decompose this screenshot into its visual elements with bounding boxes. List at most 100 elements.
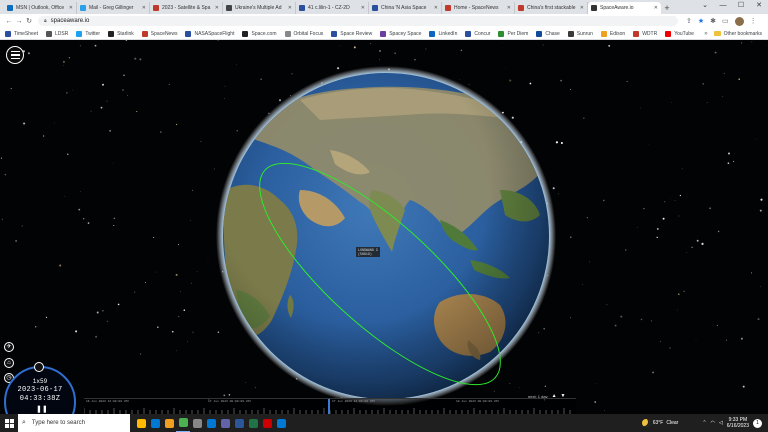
bookmark-item[interactable]: Space.com: [242, 30, 277, 37]
taskbar-app-icon[interactable]: [134, 414, 148, 432]
chevron-up-icon[interactable]: ⌃: [702, 420, 706, 426]
bookmark-item[interactable]: Sunrun: [567, 30, 593, 37]
taskbar-app-icon[interactable]: [148, 414, 162, 432]
bookmark-item[interactable]: Chase: [536, 30, 560, 37]
bookmark-item[interactable]: WDTR: [633, 30, 657, 37]
bookmark-item[interactable]: Per Diem: [498, 30, 528, 37]
taskbar-app-icon[interactable]: [246, 414, 260, 432]
bookmark-item[interactable]: Edison: [600, 30, 625, 37]
tab-close-icon[interactable]: ✕: [507, 5, 511, 11]
star: [727, 162, 730, 165]
earth-scene[interactable]: [0, 40, 768, 414]
home-icon[interactable]: ⌂: [4, 358, 14, 368]
star: [278, 99, 282, 102]
taskbar-search-input[interactable]: ⌕ Type here to search: [18, 414, 130, 432]
bookmark-item[interactable]: NASASpaceFlight: [185, 30, 234, 37]
back-icon[interactable]: ←: [4, 18, 14, 25]
profile-avatar[interactable]: [734, 16, 744, 26]
timeline[interactable]: 16 Jun 2023 12:00:00 UTC 17 Jun 2023 00:…: [84, 398, 576, 414]
tab-close-icon[interactable]: ✕: [580, 5, 584, 11]
star: [656, 227, 659, 230]
pause-button[interactable]: ❚❚: [36, 405, 48, 413]
star: [186, 340, 188, 342]
browser-tab[interactable]: China 'N Asia Space ✕: [369, 2, 442, 14]
extensions-icon[interactable]: ✱: [710, 17, 716, 25]
browser-tab[interactable]: Ukraine's Multiple Ad ✕: [223, 2, 296, 14]
taskbar-app-icon[interactable]: [190, 414, 204, 432]
taskbar-app-icon[interactable]: [204, 414, 218, 432]
side-panel-icon[interactable]: ▭: [722, 17, 729, 25]
star: [511, 116, 514, 119]
taskbar-app-icon[interactable]: [162, 414, 176, 432]
system-clock[interactable]: 9:33 PM 6/16/2023: [727, 417, 749, 429]
notification-icon[interactable]: 1: [753, 418, 762, 428]
browser-tab[interactable]: Home - SpaceNews ✕: [442, 2, 515, 14]
bookmark-item[interactable]: YouTube: [665, 30, 694, 37]
bookmark-item[interactable]: TimeSheet: [5, 30, 38, 37]
tab-close-icon[interactable]: ✕: [288, 5, 292, 11]
tab-favicon-icon: [226, 5, 232, 11]
star: [106, 320, 108, 322]
bookmark-item[interactable]: Twitter: [76, 30, 100, 37]
maximize-icon[interactable]: ☐: [732, 0, 750, 12]
other-bookmarks[interactable]: » Other bookmarks: [704, 31, 762, 37]
browser-tab[interactable]: MSN | Outlook, Office ✕: [4, 2, 77, 14]
browser-tab[interactable]: China's first stackable ✕: [515, 2, 588, 14]
more-chevron-icon[interactable]: »: [704, 31, 707, 37]
volume-icon[interactable]: ◁: [719, 420, 723, 426]
taskbar-app-icon[interactable]: [232, 414, 246, 432]
bookmark-item[interactable]: Concur: [465, 30, 490, 37]
clock-rate: 1x59: [32, 378, 48, 385]
lock-icon[interactable]: 🔒︎: [44, 18, 47, 24]
tab-strip: MSN | Outlook, Office ✕ Mail - Greg Gillin…: [0, 0, 768, 14]
bookmark-item[interactable]: SpaceNews: [141, 30, 177, 37]
reload-icon[interactable]: ↻: [24, 17, 34, 25]
taskbar-app-icon[interactable]: [176, 414, 190, 432]
tab-search-icon[interactable]: ⌄: [696, 0, 714, 12]
star: [750, 272, 752, 274]
bookmark-item[interactable]: LinkedIn: [429, 30, 457, 37]
hamburger-menu-button[interactable]: [6, 46, 24, 64]
taskbar-app-icon[interactable]: [274, 414, 288, 432]
timeline-cursor[interactable]: [328, 399, 330, 414]
weather-widget[interactable]: 63°F Clear: [641, 419, 678, 427]
moon-icon: [641, 419, 650, 427]
bookmark-item[interactable]: LDSR: [46, 30, 68, 37]
wifi-icon[interactable]: ◠: [711, 420, 715, 426]
browser-tab[interactable]: 2023 - Satellite & Spa ✕: [150, 2, 223, 14]
browser-menu-icon[interactable]: ⋮: [750, 17, 757, 25]
bookmark-item[interactable]: Orbital Focus: [284, 30, 324, 37]
tab-close-icon[interactable]: ✕: [69, 5, 73, 11]
tab-close-icon[interactable]: ✕: [215, 5, 219, 11]
taskbar-app-icon[interactable]: [218, 414, 232, 432]
star: [200, 141, 202, 142]
satellite-icon[interactable]: ✈: [4, 342, 14, 352]
tab-close-icon[interactable]: ✕: [142, 5, 146, 11]
bookmark-item[interactable]: Spacey Space: [380, 30, 421, 37]
clock-rate-knob[interactable]: [34, 362, 44, 372]
tab-close-icon[interactable]: ✕: [654, 5, 658, 11]
satellite-label[interactable]: LONGWANG 3 (56819): [356, 247, 380, 257]
star: [291, 73, 293, 75]
bookmark-item[interactable]: Space Review: [331, 30, 372, 37]
new-tab-button[interactable]: +: [661, 2, 673, 14]
bookmark-label: Orbital Focus: [293, 30, 324, 37]
bookmark-star-icon[interactable]: ★: [698, 17, 704, 25]
star: [4, 173, 7, 176]
bookmark-item[interactable]: Starlink: [108, 30, 134, 37]
browser-tab[interactable]: SpaceAware.io ✕: [588, 2, 661, 14]
tab-close-icon[interactable]: ✕: [434, 5, 438, 11]
share-icon[interactable]: ⇪: [686, 17, 692, 25]
windows-start-icon[interactable]: [0, 414, 18, 432]
forward-icon[interactable]: →: [14, 18, 24, 25]
url-input[interactable]: 🔒︎ spaceaware.io: [38, 16, 678, 26]
close-window-icon[interactable]: ✕: [750, 0, 768, 12]
browser-tab[interactable]: Mail - Greg Gillinger ✕: [77, 2, 150, 14]
star: [117, 303, 120, 306]
star: [68, 57, 70, 59]
minimize-icon[interactable]: —: [714, 0, 732, 12]
taskbar-app-icon[interactable]: [260, 414, 274, 432]
browser-tab[interactable]: 41 c.lilin-1 - CZ-2D ✕: [296, 2, 369, 14]
globe-viewport[interactable]: LONGWANG 3 (56819) ✈ ⌂ ◷ 1x59 2023-06-17…: [0, 40, 768, 414]
tab-close-icon[interactable]: ✕: [361, 5, 365, 11]
